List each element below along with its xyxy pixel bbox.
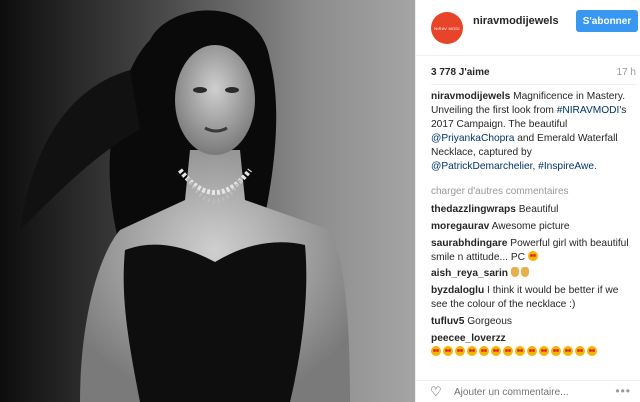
comment: saurabhdingare Powerful girl with beauti… <box>431 237 636 265</box>
post-photo[interactable] <box>0 0 415 402</box>
caption-username[interactable]: niravmodijewels <box>431 91 510 102</box>
load-more-comments[interactable]: charger d'autres commentaires <box>431 186 569 197</box>
heart-eyes-emoji-icon <box>431 346 441 356</box>
comment: moregaurav Awesome picture <box>431 220 636 234</box>
comment: thedazzlingwraps Beautiful <box>431 203 636 217</box>
heart-eyes-emoji-icon <box>551 346 561 356</box>
caption-text-2: Unveiling the first look from <box>431 105 557 116</box>
heart-eyes-emoji-icon <box>527 346 537 356</box>
heart-eyes-emoji-icon <box>539 346 549 356</box>
heart-eyes-emoji-icon <box>467 346 477 356</box>
comment: peecee_loverzz <box>431 332 636 360</box>
likes-row: 3 778 J'aime 17 h <box>431 67 636 81</box>
caption-mention-priyankachopra[interactable]: @PriyankaChopra <box>431 133 514 144</box>
post-header: NIRAV MODI niravmodijewels S'abonner <box>416 0 640 56</box>
heart-eyes-emoji-icon <box>575 346 585 356</box>
comment-username[interactable]: peecee_loverzz <box>431 333 506 344</box>
caption-mention-patrickdemarchelier[interactable]: @PatrickDemarchelier <box>431 161 533 172</box>
comment-footer: ♡ ••• <box>416 380 640 402</box>
caption-hashtag-niravmodi[interactable]: #NIRAVMODI <box>557 105 620 116</box>
comment: byzdaloglu I think it would be better if… <box>431 284 636 312</box>
follow-button[interactable]: S'abonner <box>576 10 638 32</box>
heart-eyes-emoji-icon <box>563 346 573 356</box>
more-options-icon[interactable]: ••• <box>615 384 631 398</box>
ok-hand-emoji-icon <box>520 267 529 277</box>
caption: niravmodijewels Magnificence in Mastery.… <box>431 90 631 174</box>
avatar[interactable]: NIRAV MODI <box>431 12 463 44</box>
comment-username[interactable]: moregaurav <box>431 221 489 232</box>
caption-text-1: Magnificence in Mastery. <box>510 91 626 102</box>
heart-eyes-emoji-icon <box>503 346 513 356</box>
post-time[interactable]: 17 h <box>617 67 636 78</box>
heart-eyes-emoji-row <box>431 346 599 358</box>
likes-count[interactable]: 3 778 J'aime <box>431 67 490 78</box>
add-comment-input[interactable] <box>454 385 599 399</box>
heart-eyes-emoji-icon <box>527 251 538 261</box>
comment-username[interactable]: tufluv5 <box>431 316 464 327</box>
comment: aish_reya_sarin <box>431 267 636 281</box>
heart-eyes-emoji-icon <box>479 346 489 356</box>
caption-hashtag-inspireawe[interactable]: #InspireAwe <box>538 161 594 172</box>
comment-username[interactable]: saurabhdingare <box>431 238 507 249</box>
caption-text-6: . <box>594 161 597 172</box>
portrait-image <box>0 0 415 402</box>
post-details-panel: NIRAV MODI niravmodijewels S'abonner 3 7… <box>415 0 640 402</box>
divider <box>431 84 636 85</box>
comment-username[interactable]: thedazzlingwraps <box>431 204 516 215</box>
heart-eyes-emoji-icon <box>455 346 465 356</box>
post-username[interactable]: niravmodijewels <box>473 15 559 27</box>
heart-eyes-emoji-icon <box>443 346 453 356</box>
heart-icon[interactable]: ♡ <box>430 385 442 399</box>
comment: tufluv5 Gorgeous <box>431 315 636 329</box>
comment-text: Gorgeous <box>464 316 512 327</box>
ok-hand-emoji-icon <box>510 267 519 277</box>
heart-eyes-emoji-icon <box>515 346 525 356</box>
avatar-text: NIRAV MODI <box>434 25 460 31</box>
heart-eyes-emoji-icon <box>491 346 501 356</box>
comment-username[interactable]: byzdaloglu <box>431 285 484 296</box>
comment-username[interactable]: aish_reya_sarin <box>431 268 508 279</box>
comment-text: Beautiful <box>515 204 559 215</box>
comment-text: Awesome picture <box>489 221 570 232</box>
heart-eyes-emoji-icon <box>587 346 597 356</box>
